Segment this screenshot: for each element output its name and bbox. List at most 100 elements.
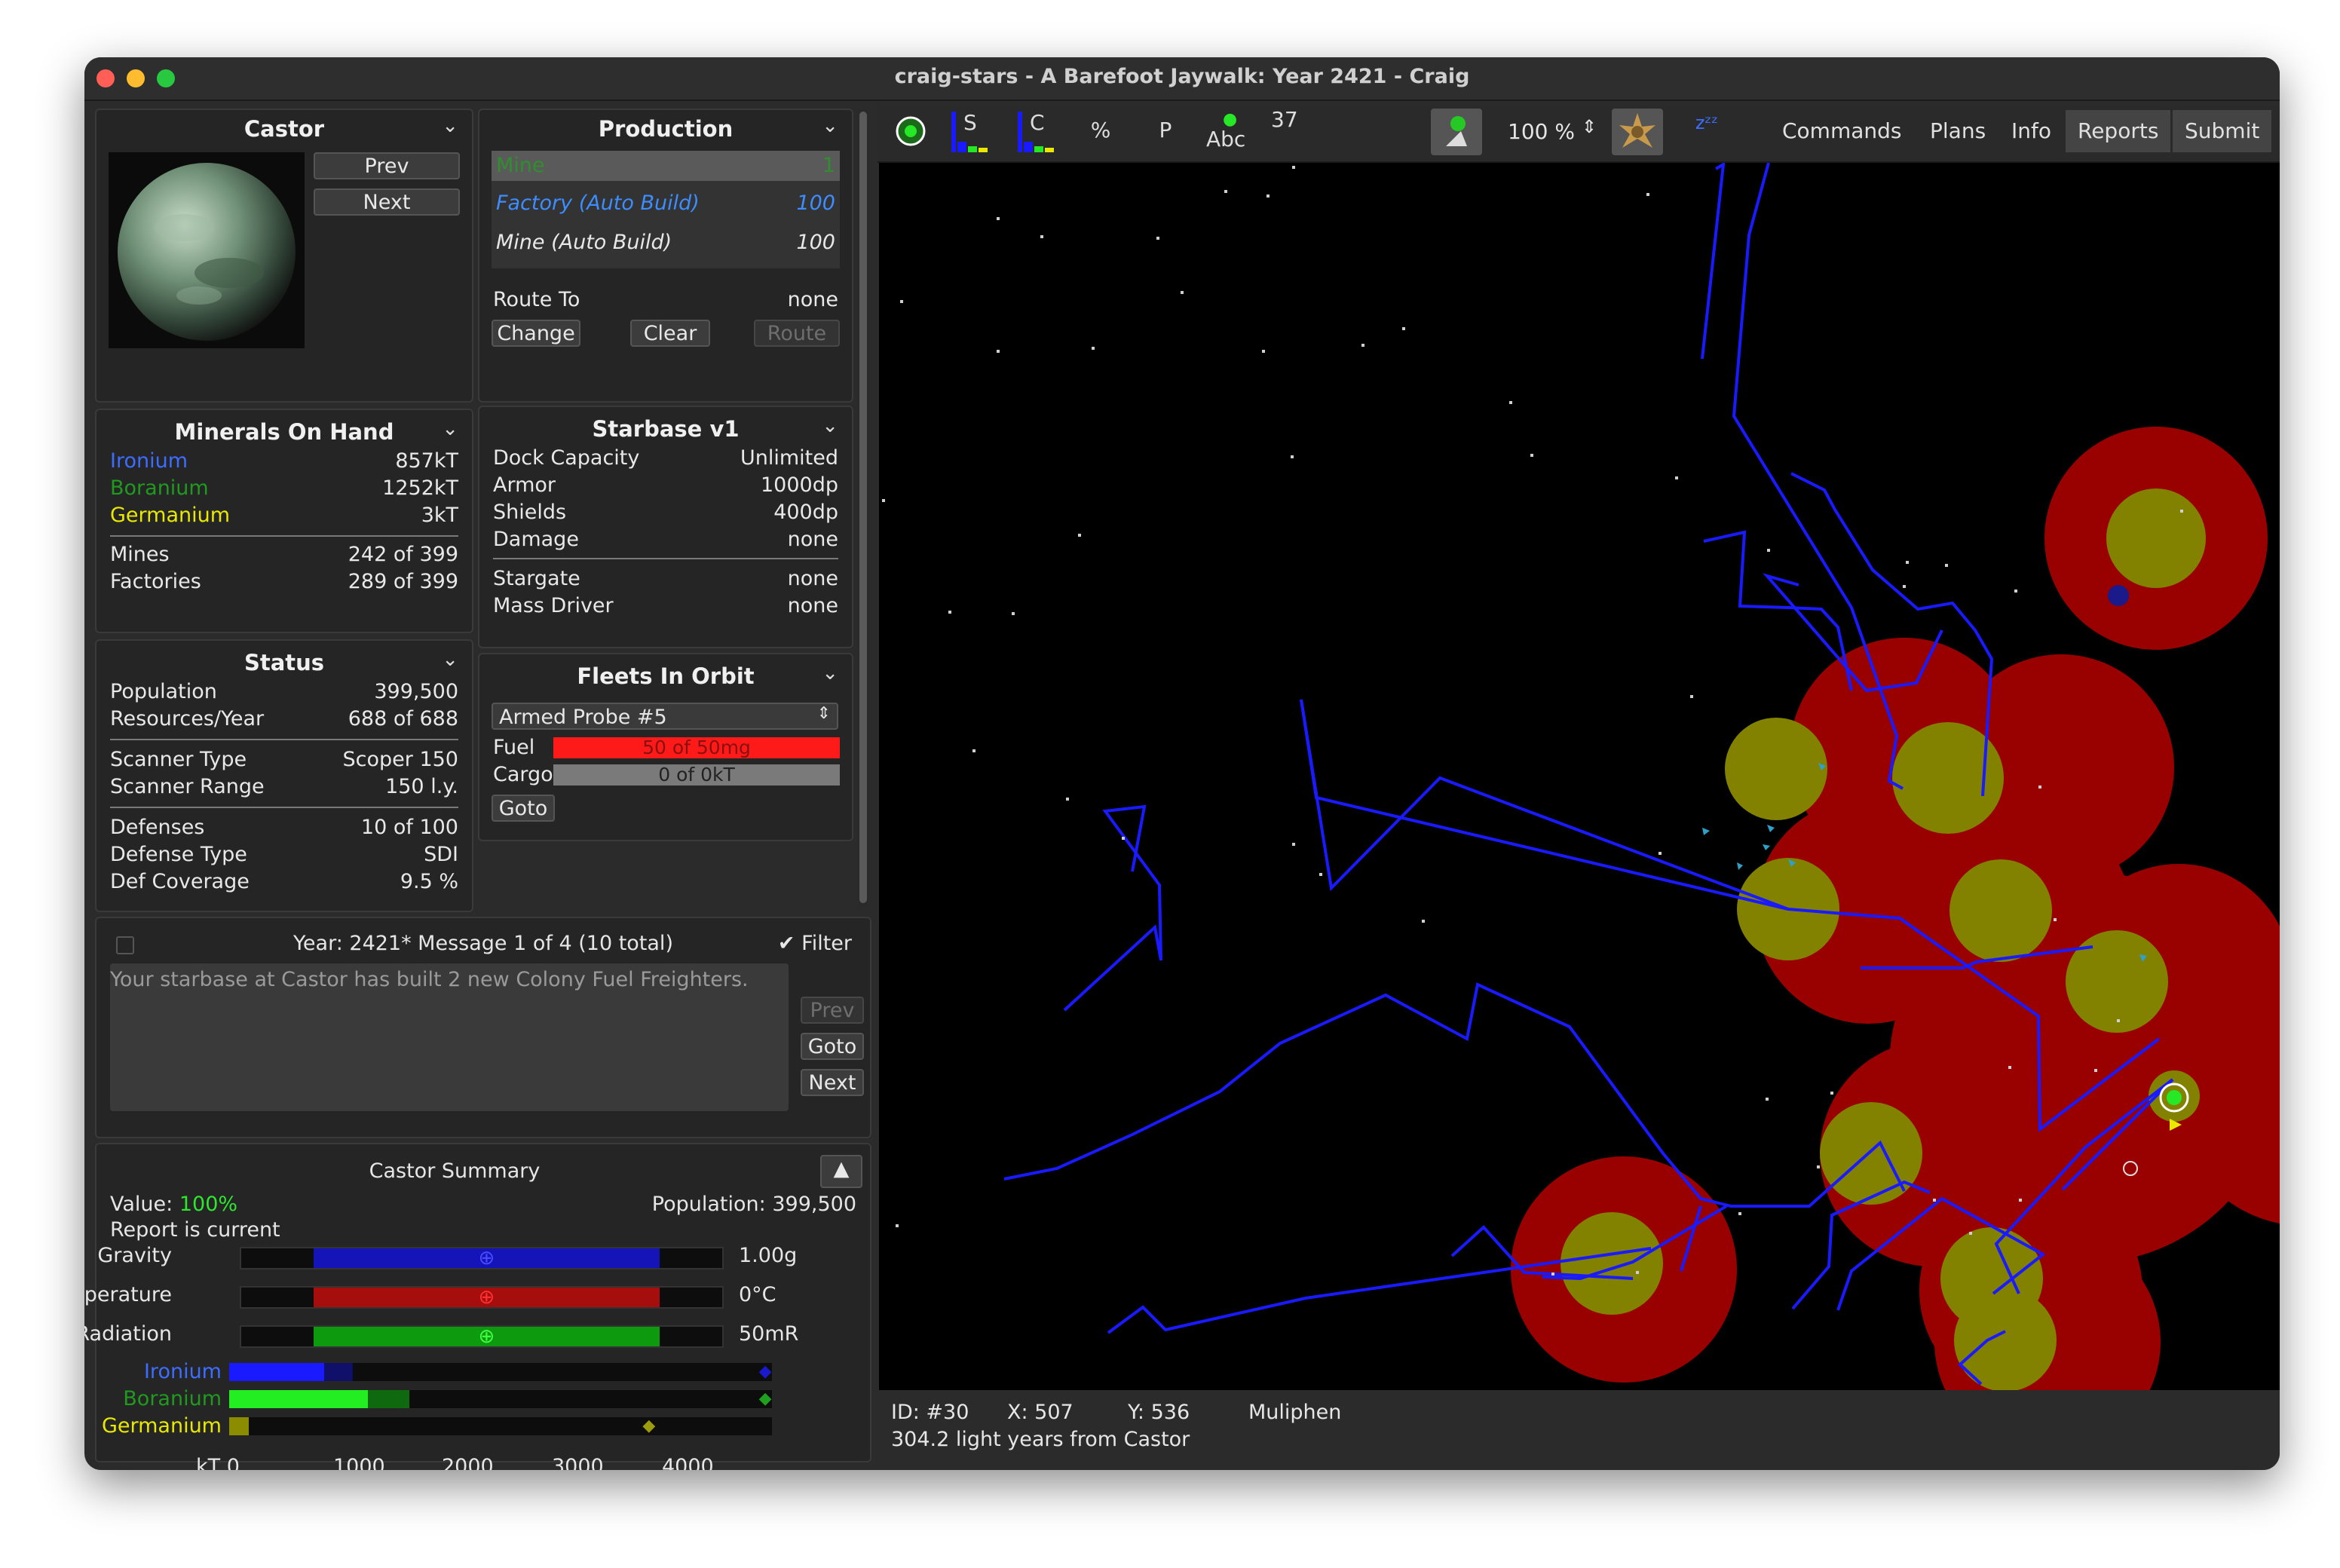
sleep-icon[interactable]: zᶻᶻ [1684,104,1729,158]
selected-planet[interactable] [2167,1090,2182,1105]
boranium-value: 1252kT [382,476,458,500]
starbase-title: Starbase v1 [592,416,740,442]
clear-button[interactable]: Clear [630,320,710,347]
planet-panel: Castor ⌄ Prev Next [95,109,473,403]
queue-item-mine-auto[interactable]: Mine (Auto Build) 100 [492,228,840,258]
queue-item-factory-auto[interactable]: Factory (Auto Build) 100 [492,188,840,219]
ironium-label: Ironium [110,449,188,473]
germanium-surface-fill [229,1417,249,1435]
population-label: Population [110,680,217,703]
armor-value: 1000dp [761,473,838,497]
summary-panel: Castor Summary ▲ Value: 100% Population:… [84,1143,871,1470]
mass-driver-label: Mass Driver [493,594,614,617]
resources-label: Resources/Year [110,707,265,730]
surface-minerals-toggle[interactable]: S [945,104,998,158]
submit-button[interactable]: Submit [2173,110,2272,152]
population-value: 399,500 [374,680,458,703]
percent-view-toggle[interactable]: % [1078,104,1123,158]
distance-text: 304.2 light years from Castor [891,1428,1190,1451]
map-status-bar: ID: #30 X: 507 Y: 536 Muliphen 304.2 lig… [879,1392,2280,1470]
queue-item-mine[interactable]: Mine 1 [492,151,840,181]
app-window: craig-stars - A Barefoot Jaywalk: Year 2… [84,57,2280,1470]
chevron-down-icon[interactable]: ⌄ [442,418,458,440]
production-queue: Mine 1 Factory (Auto Build) 100 Mine (Au… [492,151,840,268]
crosshair-icon: ⊕ [478,1325,495,1348]
prev-planet-button[interactable]: Prev [314,152,460,179]
stepper-icon[interactable]: ⇕ [1582,116,1597,137]
summary-population-label: Population: [651,1193,766,1216]
map-toolbar: S C % P ● Abc 37 100 % ⇕ zᶻᶻ Commands Pl… [878,104,2280,163]
route-button[interactable]: Route [754,320,840,347]
mineral-bars-icon [951,112,988,152]
message-next-button[interactable]: Next [801,1069,864,1096]
divider [493,558,838,559]
menu-commands[interactable]: Commands [1770,110,1914,152]
change-button[interactable]: Change [492,320,580,347]
mine-field-toggle-icon[interactable] [1612,109,1663,155]
summary-title: Castor Summary [369,1159,541,1183]
concentration-toggle[interactable]: C [1012,104,1064,158]
resources-value: 688 of 688 [348,707,458,730]
route-to-label: Route To [493,288,580,311]
cargo-bar: 0 of 0kT [553,764,840,786]
minerals-panel: Minerals On Hand ⌄ Ironium 857kT Boraniu… [95,409,473,633]
fleet-count-toggle[interactable]: 37 [1262,104,1307,158]
germanium-bar: ◆ [229,1417,772,1435]
population-row: Population: 399,500 [652,1193,856,1216]
queue-item-name: Factory (Auto Build) [496,191,700,215]
message-goto-button[interactable]: Goto [801,1033,864,1060]
axis-label-1000: 1000 [333,1455,385,1470]
factories-label: Factories [110,570,201,593]
damage-label: Damage [493,528,579,551]
germanium-value: 3kT [421,504,458,527]
crosshair-icon: ⊕ [478,1286,495,1309]
fleet-select[interactable]: Armed Probe #5 ⇕ [492,703,838,730]
star-map-canvas[interactable] [879,163,2280,1390]
star-map[interactable] [879,163,2280,1390]
side-scrollbar-thumb[interactable] [859,112,867,903]
minerals-title: Minerals On Hand [174,419,394,445]
fuel-bar-text: 50 of 50mg [642,737,751,758]
next-planet-button[interactable]: Next [314,188,460,216]
population-view-toggle[interactable]: P [1143,104,1188,158]
radiation-bar: ⊕ [240,1325,724,1348]
dock-capacity-label: Dock Capacity [493,446,640,470]
fleet-dot[interactable] [2108,585,2129,606]
message-header: Year: 2421* Message 1 of 4 (10 total) [293,932,673,955]
chevron-down-icon[interactable]: ⌄ [822,115,838,137]
ironium-bar: ◆ [229,1363,772,1381]
names-toggle[interactable]: ● Abc [1200,104,1257,158]
diamond-icon: ◆ [758,1389,772,1408]
planet-view-icon[interactable] [887,104,935,158]
mineral-bars-icon [1018,112,1054,152]
summary-ironium-label: Ironium [143,1360,222,1383]
message-text: Your starbase at Castor has built 2 new … [110,968,749,991]
stargate-value: none [787,567,838,590]
menu-plans[interactable]: Plans [1918,110,1998,152]
fleet-select-value: Armed Probe #5 [499,706,667,729]
scanner-toggle-icon[interactable] [1431,109,1482,155]
message-prev-button[interactable]: Prev [801,997,864,1024]
temperature-label: Temperature [84,1283,172,1306]
defenses-label: Defenses [110,816,205,839]
chevron-down-icon[interactable]: ⌄ [442,648,458,671]
planet-y: Y: 536 [1128,1401,1190,1424]
chevron-down-icon[interactable]: ⌄ [442,115,458,137]
queue-item-qty: 1 [822,154,835,177]
filter-toggle[interactable]: ✔ Filter [778,932,852,955]
chevron-down-icon[interactable]: ⌄ [822,415,838,437]
zoom-control[interactable]: 100 % ⇕ [1496,112,1601,152]
filter-label: Filter [801,932,852,955]
chevron-down-icon[interactable]: ⌄ [822,662,838,684]
factories-value: 289 of 399 [348,570,458,593]
collapse-up-icon[interactable]: ▲ [820,1155,862,1188]
starbase-panel: Starbase v1 ⌄ Dock Capacity Unlimited Arm… [478,406,853,648]
queue-item-qty: 100 [796,231,835,254]
dock-capacity-value: Unlimited [740,446,838,470]
damage-value: none [787,528,838,551]
fleet-goto-button[interactable]: Goto [492,795,555,822]
side-scrollbar[interactable] [858,109,868,909]
summary-boranium-label: Boranium [123,1387,222,1410]
menu-reports[interactable]: Reports [2066,110,2171,152]
menu-info[interactable]: Info [1999,110,2063,152]
